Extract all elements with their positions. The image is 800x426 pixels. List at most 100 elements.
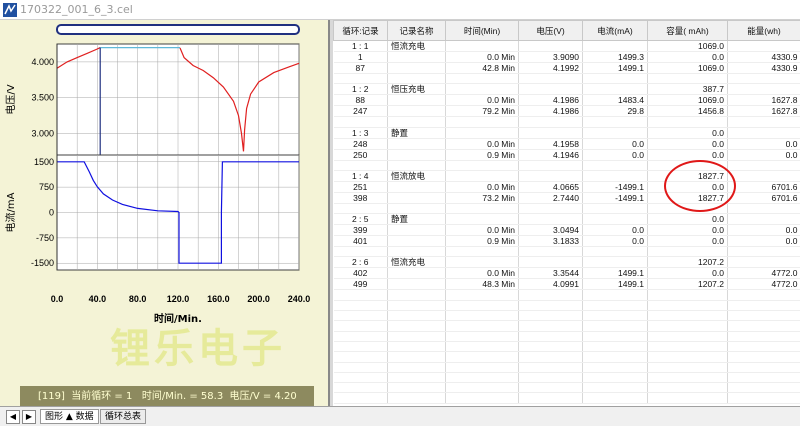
table-cell <box>727 116 800 128</box>
tab-chart-data[interactable]: 图形 ▲ 数据 <box>40 409 99 424</box>
table-row[interactable]: 399 0.0 Min 3.0494 0.0 0.0 0.0 <box>333 224 800 237</box>
tab-cycle-summary[interactable]: 循环总表 <box>100 409 147 424</box>
table-row[interactable] <box>333 382 800 394</box>
table-row[interactable] <box>333 341 800 353</box>
table-row[interactable] <box>333 362 800 373</box>
table-cell: 399 <box>333 224 388 237</box>
table-cell <box>445 382 519 394</box>
table-cell: 1069.0 <box>647 94 728 107</box>
table-row[interactable]: 1 : 3 静置 0.0 <box>333 127 800 139</box>
table-row[interactable] <box>333 116 800 128</box>
column-header[interactable]: 电压(V) <box>518 20 583 41</box>
table-cell <box>333 341 388 353</box>
table-cell <box>387 351 446 363</box>
table-row[interactable]: 2 : 6 恒流充电 1207.2 <box>333 256 800 269</box>
tab-scroll-left-button[interactable]: ◀ <box>6 410 20 424</box>
table-cell <box>518 362 583 373</box>
table-cell <box>727 392 800 404</box>
table-row[interactable] <box>333 331 800 342</box>
table-cell <box>387 382 446 394</box>
table-row[interactable]: 401 0.9 Min 3.1833 0.0 0.0 0.0 <box>333 235 800 248</box>
x-tick-label: 120.0 <box>167 294 190 304</box>
table-cell: 恒流放电 <box>387 170 446 182</box>
table-cell <box>727 341 800 353</box>
y-tick-label: -750 <box>36 233 54 243</box>
tab-scroll-right-button[interactable]: ▶ <box>22 410 36 424</box>
table-cell <box>582 170 648 182</box>
table-row[interactable] <box>333 372 800 384</box>
column-header[interactable]: 记录名称 <box>387 20 446 41</box>
table-cell <box>518 116 583 128</box>
table-cell <box>333 320 388 332</box>
table-row[interactable]: 88 0.0 Min 4.1986 1483.4 1069.0 1627.8 <box>333 94 800 107</box>
table-row[interactable] <box>333 392 800 404</box>
table-cell <box>582 83 648 96</box>
column-header[interactable]: 时间(Min) <box>445 20 519 41</box>
column-header[interactable]: 容量( mAh) <box>647 20 728 41</box>
table-cell: 0.0 <box>647 127 728 139</box>
table-cell <box>647 382 728 394</box>
table-row[interactable]: 2 : 5 静置 0.0 <box>333 213 800 226</box>
table-row[interactable] <box>333 351 800 363</box>
table-cell <box>518 289 583 301</box>
table-cell: 0.0 <box>647 51 728 63</box>
chart-pane: 4.000 3.500 3.000 电压/V 1500 750 0 -750 -1500 电流/m… <box>0 20 330 408</box>
table-cell <box>333 372 388 384</box>
table-cell: 4.1946 <box>518 149 583 161</box>
table-cell <box>727 372 800 384</box>
table-row[interactable] <box>333 203 800 215</box>
table-cell <box>387 392 446 404</box>
table-cell <box>445 160 519 171</box>
table-row[interactable] <box>333 310 800 322</box>
table-row[interactable]: 1 0.0 Min 3.9090 1499.3 0.0 4330.9 <box>333 51 800 63</box>
chart-status-bar: [119] 当前循环 = 1 时间/Min. = 58.3 电压/V = 4.2… <box>20 386 314 408</box>
table-cell <box>582 320 648 332</box>
table-cell <box>333 362 388 373</box>
column-header[interactable]: 能量(wh) <box>727 20 800 41</box>
table-cell <box>582 213 648 226</box>
table-cell: 6701.6 <box>727 192 800 204</box>
x-tick-label: 80.0 <box>129 294 147 304</box>
table-row[interactable] <box>333 73 800 85</box>
table-cell <box>727 40 800 52</box>
y-tick-label: 3.500 <box>31 93 54 103</box>
table-row[interactable] <box>333 289 800 301</box>
table-cell <box>727 331 800 342</box>
table-cell: 0.0 Min <box>445 51 519 63</box>
table-cell: -1499.1 <box>582 181 648 193</box>
table-cell <box>647 392 728 404</box>
app-icon <box>3 3 17 17</box>
table-cell: 73.2 Min <box>445 192 519 204</box>
watermark: 锂乐电子 <box>110 326 286 372</box>
table-cell <box>582 300 648 312</box>
chart-scroll-strip <box>56 24 300 35</box>
table-row[interactable] <box>333 160 800 171</box>
table-cell: 4330.9 <box>727 62 800 74</box>
table-row[interactable]: 87 42.8 Min 4.1992 1499.1 1069.0 4330.9 <box>333 62 800 74</box>
table-cell: 248 <box>333 138 388 150</box>
table-row[interactable]: 248 0.0 Min 4.1958 0.0 0.0 0.0 <box>333 138 800 150</box>
table-cell <box>518 246 583 258</box>
table-row[interactable]: 250 0.9 Min 4.1946 0.0 0.0 0.0 <box>333 149 800 161</box>
table-cell: 0.0 <box>727 235 800 248</box>
table-row[interactable]: 1 : 1 恒流充电 1069.0 <box>333 40 800 52</box>
x-tick-label: 160.0 <box>207 294 230 304</box>
table-cell: 398 <box>333 192 388 204</box>
y-tick-label: 1500 <box>34 157 54 167</box>
table-cell <box>387 62 446 74</box>
table-cell <box>387 149 446 161</box>
table-row[interactable] <box>333 246 800 258</box>
column-header[interactable]: 循环:记录 <box>333 20 388 41</box>
sheet-tab-bar: ◀ ▶ 图形 ▲ 数据 循环总表 <box>0 406 800 426</box>
table-cell <box>727 246 800 258</box>
table-row[interactable] <box>333 300 800 312</box>
table-row[interactable]: 499 48.3 Min 4.0991 1499.1 1207.2 4772.0 <box>333 278 800 291</box>
table-row[interactable] <box>333 320 800 332</box>
table-cell: 48.3 Min <box>445 278 519 291</box>
table-row[interactable]: 1 : 2 恒压充电 387.7 <box>333 83 800 96</box>
table-row[interactable]: 402 0.0 Min 3.3544 1499.1 0.0 4772.0 <box>333 267 800 280</box>
table-row[interactable]: 247 79.2 Min 4.1986 29.8 1456.8 1627.8 <box>333 105 800 118</box>
column-header[interactable]: 电流(mA) <box>582 20 648 41</box>
table-cell <box>518 160 583 171</box>
table-cell <box>727 310 800 322</box>
